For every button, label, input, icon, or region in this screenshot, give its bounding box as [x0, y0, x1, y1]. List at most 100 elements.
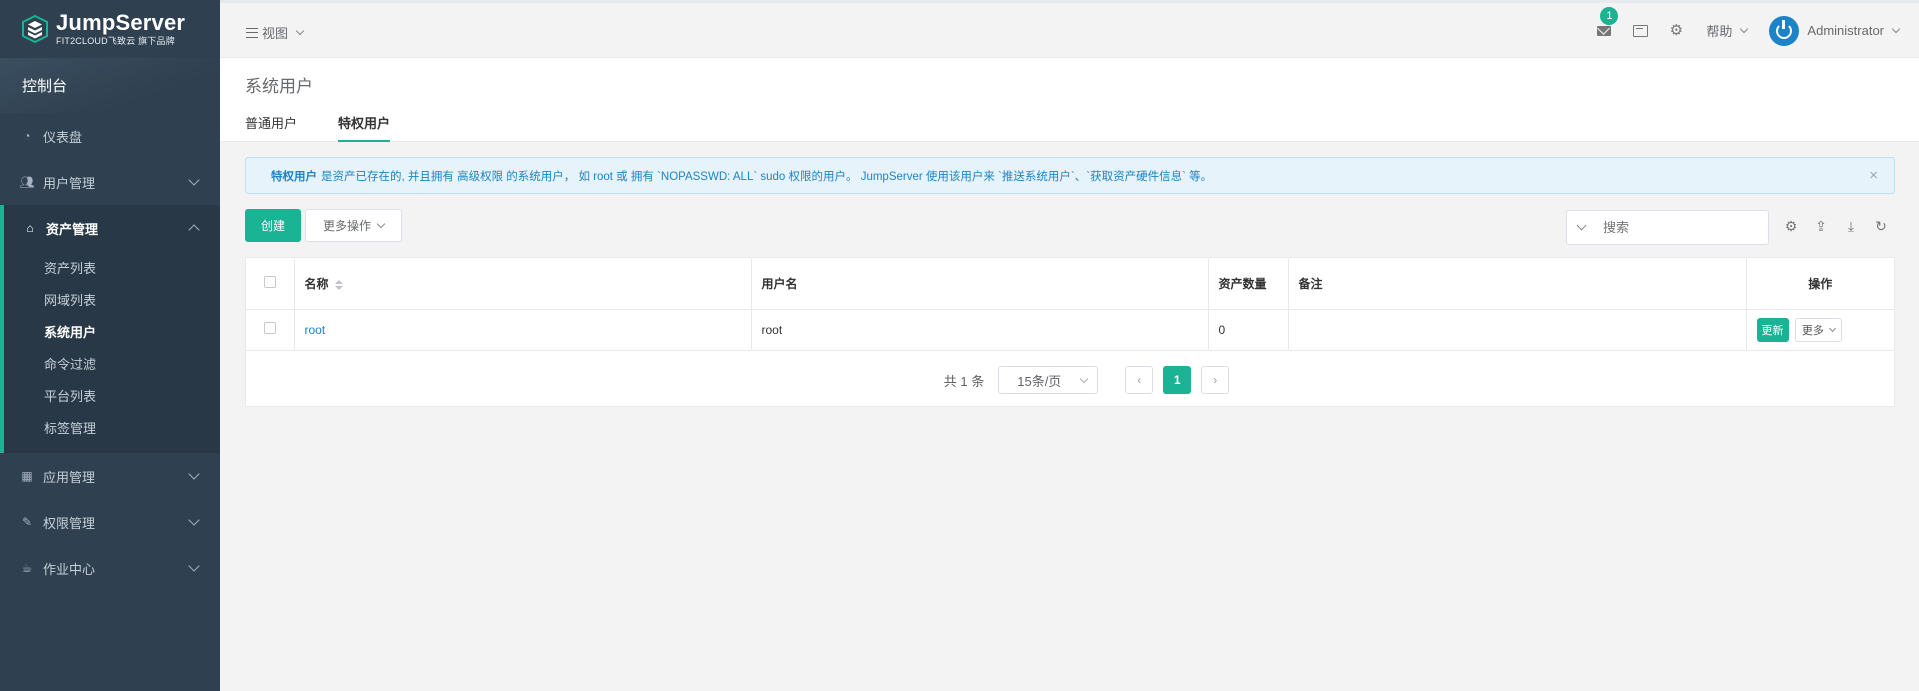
- sidebar-item-jobs[interactable]: ☕︎ 作业中心: [0, 545, 220, 591]
- column-settings-icon[interactable]: ⚙: [1782, 217, 1800, 235]
- sidebar-item-applications[interactable]: ▦ 应用管理: [0, 453, 220, 499]
- data-table: 名称 用户名 资产数量 备注 操作 root root 0 更新 更多 共 1 …: [245, 257, 1895, 407]
- power-icon: [1776, 19, 1793, 39]
- tab-admin-users[interactable]: 特权用户: [338, 113, 391, 142]
- sidebar-item-assets[interactable]: ⌂ 资产管理: [4, 205, 220, 251]
- row-more-button[interactable]: 更多: [1794, 317, 1842, 342]
- notification-badge: 1: [1600, 6, 1619, 25]
- tab-bar: 普通用户 特权用户: [245, 113, 431, 142]
- sidebar-item-permissions[interactable]: ✎ 权限管理: [0, 499, 220, 545]
- select-all-cell: [246, 258, 295, 310]
- header-username: 用户名: [751, 258, 1209, 310]
- cell-asset-count: 0: [1208, 309, 1289, 351]
- logo[interactable]: JumpServer FIT2CLOUD飞致云 旗下品牌: [0, 0, 220, 58]
- sidebar-item-dashboard[interactable]: ◔ 仪表盘: [0, 113, 220, 159]
- main-content: 特权用户 是资产已存在的, 并且拥有 高级权限 的系统用户， 如 root 或 …: [245, 157, 1895, 407]
- chevron-down-icon: [188, 514, 200, 526]
- search-input[interactable]: [1603, 220, 1753, 235]
- download-icon[interactable]: ⤓: [1842, 217, 1860, 235]
- help-menu[interactable]: 帮助: [1706, 21, 1749, 40]
- sidebar-item-users[interactable]: 👥︎ 用户管理: [0, 159, 220, 205]
- header-comment: 备注: [1288, 258, 1747, 310]
- alert-bold: 特权用户: [271, 170, 317, 183]
- table-toolbar: 创建 更多操作 ⚙ ⇪ ⤓ ↻: [245, 209, 1895, 245]
- sidebar-subitem-domain-list[interactable]: 网域列表: [4, 283, 220, 315]
- cell-username: root: [751, 309, 1209, 351]
- chevron-up-icon: [188, 224, 200, 236]
- hamburger-icon: [246, 27, 258, 38]
- sidebar-subitem-platform-list[interactable]: 平台列表: [4, 379, 220, 411]
- chevron-down-icon[interactable]: [1576, 220, 1587, 231]
- next-page-button[interactable]: ›: [1201, 366, 1230, 394]
- sidebar-subitem-system-users[interactable]: 系统用户: [4, 315, 220, 347]
- sort-icon[interactable]: [334, 279, 343, 290]
- settings-button[interactable]: ⚙: [1667, 22, 1685, 40]
- sidebar-group-assets: ⌂ 资产管理 资产列表 网域列表 系统用户 命令过滤 平台列表 标签管理: [0, 205, 220, 453]
- row-select-cell: [246, 309, 295, 351]
- more-actions-button[interactable]: 更多操作: [305, 209, 402, 242]
- update-button[interactable]: 更新: [1756, 317, 1789, 342]
- gear-icon: ⚙: [1669, 22, 1684, 39]
- tab-normal-users[interactable]: 普通用户: [245, 113, 297, 142]
- grid-icon: ▦: [21, 469, 33, 483]
- sidebar-item-label: 资产管理: [46, 221, 99, 237]
- prev-page-button[interactable]: ‹: [1125, 366, 1154, 394]
- help-label: 帮助: [1706, 24, 1733, 39]
- close-icon[interactable]: ×: [1869, 167, 1878, 184]
- view-label: 视图: [262, 26, 289, 41]
- chevron-down-icon: [188, 560, 200, 572]
- search-box[interactable]: [1566, 210, 1769, 245]
- dashboard-icon: ◔: [23, 129, 31, 143]
- user-name: Administrator: [1807, 23, 1884, 38]
- upload-icon[interactable]: ⇪: [1812, 217, 1830, 235]
- inbox-icon: ⌂: [26, 221, 34, 235]
- row-checkbox[interactable]: [263, 322, 276, 334]
- jumpserver-logo-icon: [20, 14, 50, 44]
- view-menu-button[interactable]: 视图: [246, 23, 305, 42]
- sidebar-subitem-asset-list[interactable]: 资产列表: [4, 251, 220, 283]
- terminal-icon: [1632, 24, 1648, 37]
- pagination-total: 共 1 条: [943, 373, 985, 389]
- cell-actions: 更新 更多: [1746, 309, 1894, 351]
- system-user-link[interactable]: root: [305, 323, 326, 337]
- header-asset-count: 资产数量: [1208, 258, 1289, 310]
- chevron-down-icon: [188, 174, 200, 186]
- chevron-down-icon: [1891, 24, 1901, 34]
- cell-name: root: [294, 309, 752, 351]
- table-row: root root 0 更新 更多: [246, 309, 1894, 351]
- notifications-button[interactable]: 1: [1595, 6, 1619, 40]
- page-header: 系统用户 普通用户 特权用户: [220, 58, 1919, 142]
- sidebar-item-label: 用户管理: [43, 175, 96, 191]
- refresh-icon[interactable]: ↻: [1872, 217, 1890, 235]
- sidebar-subitem-label-manage[interactable]: 标签管理: [4, 411, 220, 443]
- page-size-select[interactable]: 15条/页: [998, 366, 1099, 394]
- users-icon: 👥︎: [19, 175, 35, 189]
- avatar: [1769, 15, 1800, 46]
- more-actions-label: 更多操作: [322, 219, 371, 233]
- sidebar-item-label: 作业中心: [43, 561, 96, 577]
- sidebar-item-label: 仪表盘: [43, 129, 83, 145]
- sidebar-subitem-command-filter[interactable]: 命令过滤: [4, 347, 220, 379]
- sidebar-item-label: 应用管理: [43, 469, 96, 485]
- chevron-down-icon: [1740, 24, 1749, 34]
- brand-title: JumpServer: [56, 10, 186, 35]
- cell-comment: [1288, 309, 1747, 351]
- table-header-row: 名称 用户名 资产数量 备注 操作: [246, 258, 1894, 310]
- select-all-checkbox[interactable]: [263, 275, 276, 288]
- web-terminal-button[interactable]: [1631, 22, 1649, 40]
- alert-text: 是资产已存在的, 并且拥有 高级权限 的系统用户， 如 root 或 拥有 `N…: [321, 170, 1213, 183]
- edit-icon: ✎: [21, 515, 33, 529]
- header-name[interactable]: 名称: [294, 258, 752, 310]
- envelope-icon: [1597, 25, 1612, 36]
- user-menu[interactable]: Administrator: [1769, 15, 1901, 46]
- create-button[interactable]: 创建: [245, 209, 301, 242]
- chevron-down-icon: [376, 219, 386, 229]
- pagination: 共 1 条 15条/页 ‹ 1 ›: [246, 366, 1894, 394]
- page-title: 系统用户: [245, 77, 313, 96]
- current-page[interactable]: 1: [1163, 366, 1192, 394]
- console-link[interactable]: 控制台: [0, 58, 220, 113]
- coffee-icon: ☕︎: [21, 561, 33, 575]
- sidebar-item-label: 权限管理: [43, 515, 96, 531]
- top-navbar: 视图 1 ⚙ 帮助 Administrator: [220, 0, 1919, 58]
- chevron-down-icon: [295, 26, 305, 36]
